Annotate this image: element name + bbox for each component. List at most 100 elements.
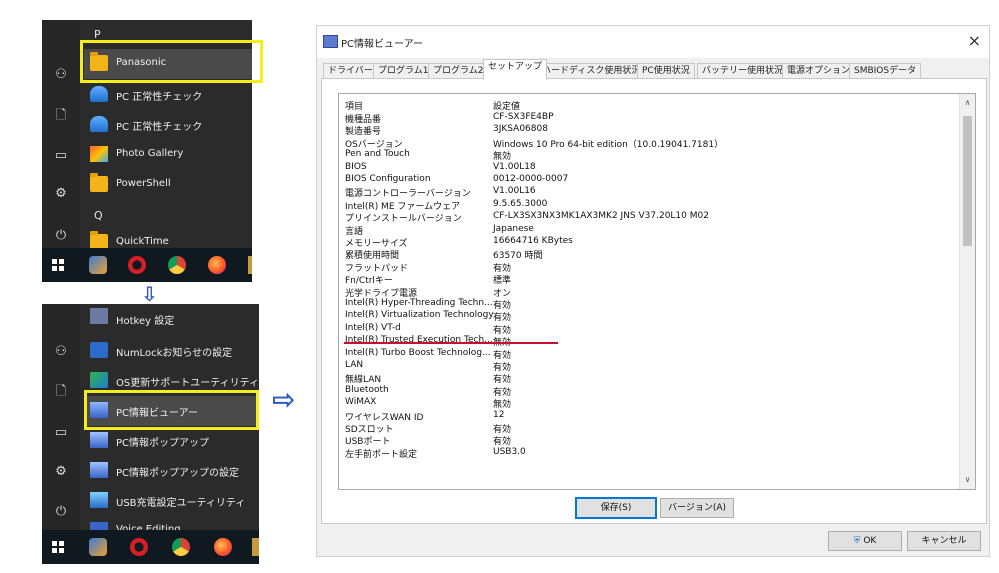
taskbar xyxy=(42,530,259,564)
chrome-icon[interactable] xyxy=(172,538,190,556)
row-item-name: Intel(R) ME ファームウェア xyxy=(345,201,461,212)
app-label: NumLockお知らせの設定 xyxy=(116,348,233,359)
user-icon[interactable]: ⚇ xyxy=(53,67,69,83)
row-item-value: CF-LX3SX3NX3MK1AX3MK2 JNS V37.20L10 M02 xyxy=(493,211,709,222)
row-item-name: 機種品番 xyxy=(345,115,382,125)
row-item-value: 有効 xyxy=(493,263,512,274)
app-label: PowerShell xyxy=(116,178,171,189)
chrome-icon[interactable] xyxy=(168,256,186,274)
pc-health-icon xyxy=(90,86,108,102)
row-item-name: Bluetooth xyxy=(345,384,389,395)
ok-button[interactable]: ⛨ OK xyxy=(828,531,902,551)
row-item-value: 有効 xyxy=(493,437,512,448)
pc-info-popup-settings-icon xyxy=(90,462,108,478)
settings-icon[interactable]: ⚙ xyxy=(53,464,69,480)
tab-program2[interactable]: プログラム2 xyxy=(428,63,489,79)
app-label: OS更新サポートユーティリティ xyxy=(116,378,259,389)
start-menu-bottom: ⚇ 🗋 ▭ ⚙ ⏻ Hotkey 設定 NumLockお知らせの設定 OS更新サ… xyxy=(42,304,259,564)
usb-charge-icon xyxy=(90,492,108,508)
app-hotkey[interactable]: Hotkey 設定 xyxy=(84,306,259,336)
vertical-scrollbar[interactable]: ∧ ∨ xyxy=(959,94,975,489)
opera-icon[interactable] xyxy=(128,256,146,274)
windows-start-icon[interactable] xyxy=(52,259,64,271)
pictures-icon[interactable]: ▭ xyxy=(53,425,69,441)
tab-smbios[interactable]: SMBIOSデータ xyxy=(849,63,922,79)
pc-info-popup-icon xyxy=(90,432,108,448)
row-item-name: 光学ドライブ電源 xyxy=(345,288,418,299)
window-title: PC情報ビューアー xyxy=(341,39,424,50)
row-item-value: 無効 xyxy=(493,400,512,411)
version-button[interactable]: バージョン(A) xyxy=(660,498,734,518)
row-item-name: Intel(R) Virtualization Technology xyxy=(345,310,494,321)
cancel-button[interactable]: キャンセル xyxy=(907,531,981,551)
taskbar-app-icon[interactable] xyxy=(252,538,259,556)
column-header-value[interactable]: 設定値 xyxy=(493,99,520,112)
app-photo-gallery[interactable]: Photo Gallery xyxy=(84,140,252,170)
power-icon[interactable]: ⏻ xyxy=(53,228,69,244)
letter-header-q[interactable]: Q xyxy=(94,209,103,222)
row-item-name: 電源コントローラーバージョン xyxy=(345,189,471,200)
scroll-up-icon[interactable]: ∧ xyxy=(960,96,975,110)
setup-list[interactable]: 項目 設定値 機種品番 CF-SX3FE4BP 製造番号 3JKSA06808 OSバー… xyxy=(338,93,976,490)
scroll-down-icon[interactable]: ∨ xyxy=(960,473,975,487)
tab-battery-usage[interactable]: バッテリー使用状況 xyxy=(697,63,789,79)
row-item-name: プリインストールバージョン xyxy=(345,214,462,225)
start-rail: ⚇ 🗋 ▭ ⚙ ⏻ xyxy=(42,304,80,530)
app-label: Photo Gallery xyxy=(116,148,184,159)
taskbar-app-icon[interactable] xyxy=(248,256,252,274)
row-item-value: Japanese xyxy=(493,223,534,234)
scroll-thumb[interactable] xyxy=(963,116,972,246)
app-pc-info-popup-settings[interactable]: PC情報ポップアップの設定 xyxy=(84,456,259,486)
row-item-name: 言語 xyxy=(345,226,364,237)
pictures-icon[interactable]: ▭ xyxy=(53,148,69,164)
app-pc-health-2[interactable]: PC 正常性チェック xyxy=(84,110,252,140)
row-item-name: Fn/Ctrlキー xyxy=(345,276,393,287)
app-label: Hotkey 設定 xyxy=(116,316,175,327)
row-item-value: 有効 xyxy=(493,363,512,373)
row-item-value: 0012-0000-0007 xyxy=(493,174,569,184)
firefox-icon[interactable] xyxy=(214,538,232,556)
user-icon[interactable]: ⚇ xyxy=(53,344,69,360)
row-item-name: BIOS xyxy=(345,161,367,172)
close-button[interactable]: × xyxy=(968,31,981,50)
row-item-value: オン xyxy=(493,288,512,299)
row-item-name: ワイヤレスWAN ID xyxy=(345,412,424,423)
app-usb-charge[interactable]: USB充電設定ユーティリティ xyxy=(84,486,259,516)
row-item-name: 無線LAN xyxy=(345,375,382,386)
firefox-icon[interactable] xyxy=(208,256,226,274)
taskbar-app-icon[interactable] xyxy=(89,256,107,274)
app-powershell[interactable]: PowerShell xyxy=(84,170,252,200)
app-pc-info-popup[interactable]: PC情報ポップアップ xyxy=(84,426,259,456)
app-pc-health-1[interactable]: PC 正常性チェック xyxy=(84,80,252,110)
row-item-value: 有効 xyxy=(493,301,512,311)
row-item-value: 有効 xyxy=(493,350,512,361)
app-label: PC情報ポップアップの設定 xyxy=(116,468,240,479)
document-icon[interactable]: 🗋 xyxy=(53,108,69,124)
os-update-icon xyxy=(90,372,108,388)
document-icon[interactable]: 🗋 xyxy=(53,384,69,400)
tab-disk-usage[interactable]: ハードディスク使用状況 xyxy=(537,63,646,79)
app-label: PC 正常性チェック xyxy=(116,92,203,103)
tab-power-options[interactable]: 電源オプション xyxy=(782,63,856,79)
windows-start-icon[interactable] xyxy=(52,541,64,553)
row-item-value: 3JKSA06808 xyxy=(493,124,548,135)
opera-icon[interactable] xyxy=(130,538,148,556)
taskbar-app-icon[interactable] xyxy=(89,538,107,556)
power-icon[interactable]: ⏻ xyxy=(53,504,69,520)
tab-drivers[interactable]: ドライバー xyxy=(323,63,378,79)
app-icon xyxy=(323,35,338,48)
save-button[interactable]: 保存(S) xyxy=(575,497,657,519)
app-numlock[interactable]: NumLockお知らせの設定 xyxy=(84,336,259,366)
pc-info-viewer-window: PC情報ビューアー × ドライバー プログラム1 プログラム2 セットアップ ハ… xyxy=(316,25,990,557)
column-header-item[interactable]: 項目 xyxy=(345,99,495,112)
pc-health-icon xyxy=(90,116,108,132)
hotkey-icon xyxy=(90,308,108,324)
tab-pc-usage[interactable]: PC使用状況 xyxy=(637,63,695,79)
settings-icon[interactable]: ⚙ xyxy=(53,186,69,202)
row-item-name: SDスロット xyxy=(345,425,394,435)
row-item-value: CF-SX3FE4BP xyxy=(493,112,554,122)
row-item-name: WiMAX xyxy=(345,397,377,408)
row-item-value: V1.00L16 xyxy=(493,186,536,197)
tab-program1[interactable]: プログラム1 xyxy=(373,63,434,79)
tab-setup[interactable]: セットアップ xyxy=(483,59,548,80)
